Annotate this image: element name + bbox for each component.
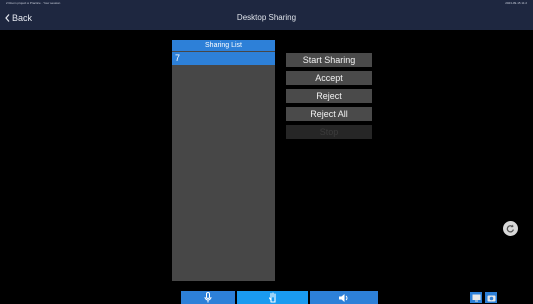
stop-button[interactable]: Stop: [286, 125, 372, 139]
page-title: Desktop Sharing: [236, 13, 297, 22]
camera-icon: [487, 295, 495, 301]
status-left-text: 2 Room project ● Practice · Your session: [6, 1, 61, 5]
raise-hand-icon: [268, 292, 276, 303]
status-bar: 2 Room project ● Practice · Your session…: [0, 0, 533, 7]
raise-hand-button[interactable]: [237, 291, 308, 304]
microphone-icon: [204, 292, 212, 303]
floating-action-button[interactable]: [503, 221, 518, 236]
screen-share-button[interactable]: [470, 292, 482, 303]
reject-button[interactable]: Reject: [286, 89, 372, 103]
sharing-list-panel: Sharing List 7: [172, 40, 275, 281]
microphone-button[interactable]: [181, 291, 235, 304]
rotate-icon: [506, 224, 514, 233]
speaker-button[interactable]: [310, 291, 378, 304]
camera-button[interactable]: [485, 292, 497, 303]
speaker-icon: [339, 293, 348, 302]
status-clock: 2023-09-15 11:2: [505, 1, 527, 5]
accept-button[interactable]: Accept: [286, 71, 372, 85]
reject-all-button[interactable]: Reject All: [286, 107, 372, 121]
start-sharing-button[interactable]: Start Sharing: [286, 53, 372, 67]
sharing-list-item[interactable]: 7: [172, 52, 275, 65]
sharing-list-header: Sharing List: [172, 40, 275, 51]
screen-icon: [472, 294, 480, 301]
